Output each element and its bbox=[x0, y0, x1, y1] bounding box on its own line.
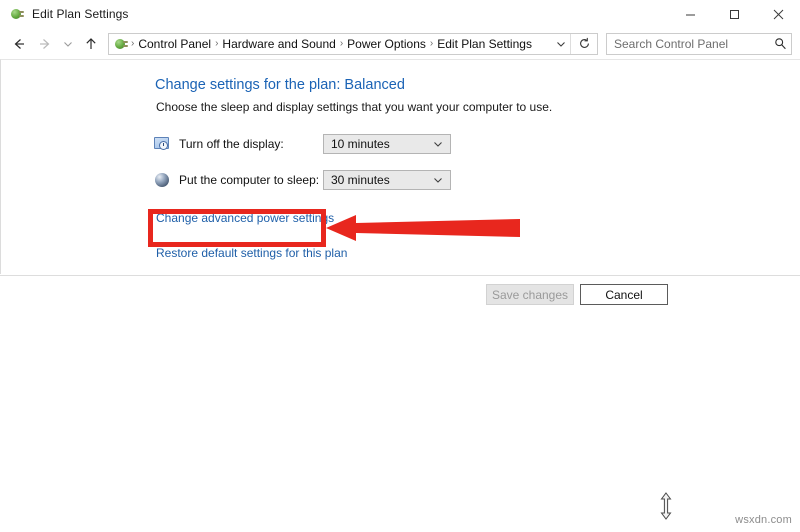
page-title: Change settings for the plan: Balanced bbox=[155, 77, 405, 93]
breadcrumb: › Control Panel › Hardware and Sound › P… bbox=[109, 34, 552, 54]
chevron-down-icon bbox=[432, 174, 444, 186]
setting-row-turn-off-display: Turn off the display: 10 minutes bbox=[153, 133, 451, 155]
window-title: Edit Plan Settings bbox=[32, 7, 129, 21]
address-chevron-down-icon[interactable] bbox=[552, 34, 570, 54]
display-clock-icon bbox=[153, 135, 171, 153]
forward-button[interactable] bbox=[32, 31, 58, 57]
setting-label-put-computer-to-sleep: Put the computer to sleep: bbox=[179, 173, 320, 187]
chevron-down-icon bbox=[432, 138, 444, 150]
dropdown-put-computer-to-sleep[interactable]: 30 minutes bbox=[323, 170, 451, 190]
search-box[interactable] bbox=[606, 32, 792, 55]
watermark: wsxdn.com bbox=[735, 514, 792, 526]
content-pane: Change settings for the plan: Balanced C… bbox=[0, 59, 800, 274]
breadcrumb-item-edit-plan-settings[interactable]: Edit Plan Settings bbox=[433, 34, 536, 54]
dropdown-value-put-computer-to-sleep: 30 minutes bbox=[331, 173, 390, 187]
breadcrumb-item-hardware-and-sound[interactable]: Hardware and Sound bbox=[218, 34, 339, 54]
dialog-button-bar: Save changes Cancel bbox=[0, 275, 800, 311]
edit-plan-settings-window: Edit Plan Settings › Control Panel › Har… bbox=[0, 0, 800, 311]
breadcrumb-item-control-panel[interactable]: Control Panel bbox=[134, 34, 215, 54]
setting-label-turn-off-display: Turn off the display: bbox=[179, 137, 284, 151]
dropdown-turn-off-display[interactable]: 10 minutes bbox=[323, 134, 451, 154]
link-change-advanced-power-settings[interactable]: Change advanced power settings bbox=[156, 211, 334, 225]
search-input[interactable] bbox=[607, 34, 769, 53]
recent-locations-chevron-down-icon[interactable] bbox=[58, 31, 78, 57]
title-bar-left: Edit Plan Settings bbox=[0, 6, 668, 22]
navigation-bar: › Control Panel › Hardware and Sound › P… bbox=[0, 28, 800, 59]
back-button[interactable] bbox=[6, 31, 32, 57]
search-icon[interactable] bbox=[769, 37, 791, 50]
breadcrumb-item-power-options[interactable]: Power Options bbox=[343, 34, 430, 54]
save-changes-button[interactable]: Save changes bbox=[486, 284, 574, 305]
setting-row-put-computer-to-sleep: Put the computer to sleep: 30 minutes bbox=[153, 169, 451, 191]
close-button[interactable] bbox=[756, 0, 800, 28]
cancel-button[interactable]: Cancel bbox=[580, 284, 668, 305]
up-level-button[interactable] bbox=[78, 31, 104, 57]
vertical-resize-cursor bbox=[657, 492, 675, 520]
page-subtitle: Choose the sleep and display settings th… bbox=[156, 100, 553, 114]
moon-sleep-icon bbox=[153, 171, 171, 189]
title-bar: Edit Plan Settings bbox=[0, 0, 800, 28]
minimize-button[interactable] bbox=[668, 0, 712, 28]
link-restore-default-settings[interactable]: Restore default settings for this plan bbox=[156, 246, 347, 260]
maximize-button[interactable] bbox=[712, 0, 756, 28]
power-plug-icon bbox=[9, 6, 25, 22]
refresh-icon[interactable] bbox=[570, 33, 597, 54]
address-bar[interactable]: › Control Panel › Hardware and Sound › P… bbox=[108, 32, 598, 55]
dropdown-value-turn-off-display: 10 minutes bbox=[331, 137, 390, 151]
breadcrumb-power-plug-icon bbox=[113, 36, 129, 52]
window-controls bbox=[668, 0, 800, 28]
